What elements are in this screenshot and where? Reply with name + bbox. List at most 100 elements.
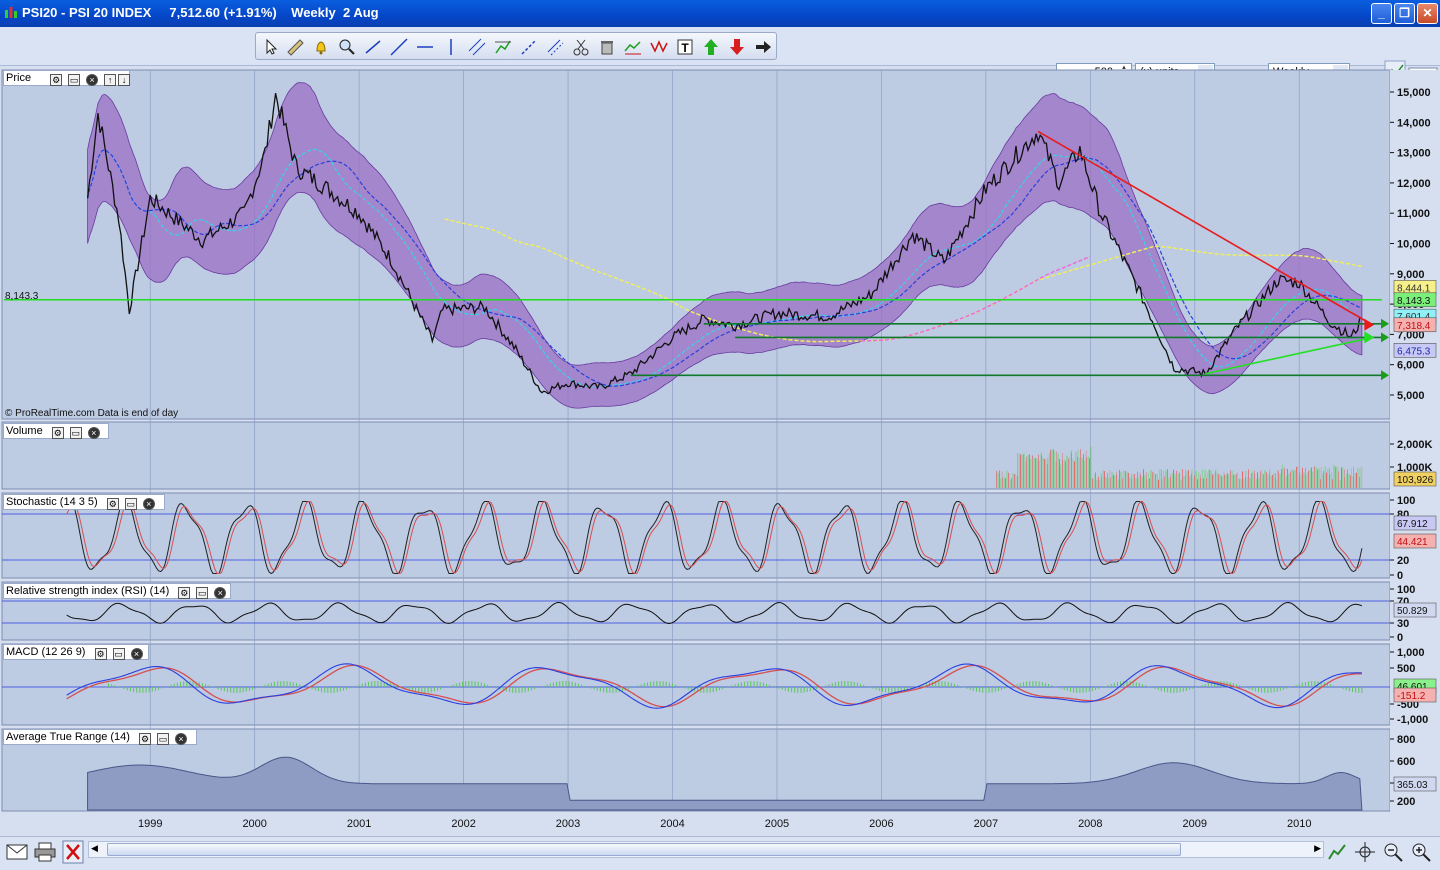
- print-icon[interactable]: [34, 842, 56, 862]
- atr-tick-label: 600: [1397, 756, 1415, 768]
- close-panel-icon[interactable]: ×: [87, 427, 100, 439]
- macd-tick-label: 500: [1397, 663, 1415, 675]
- wrench-icon[interactable]: ⚙: [139, 733, 151, 745]
- window-icon[interactable]: ▭: [124, 498, 137, 510]
- zoom-in-icon[interactable]: [1410, 841, 1432, 863]
- rsi-tick-label: 30: [1397, 618, 1409, 630]
- minimize-button[interactable]: _: [1371, 3, 1392, 24]
- red-trend-badge-text: 7,318.4: [1397, 321, 1431, 332]
- text-tool-icon[interactable]: T: [675, 37, 695, 57]
- segment-icon[interactable]: [389, 37, 409, 57]
- window-icon[interactable]: ▭: [69, 427, 82, 439]
- x-axis-year-label: 2005: [765, 818, 789, 830]
- window-icon[interactable]: ▭: [68, 74, 81, 86]
- zigzag-icon[interactable]: [649, 37, 669, 57]
- vertical-line-icon[interactable]: [441, 37, 461, 57]
- rsi-panel-label: Relative strength index (RSI) (14): [6, 585, 170, 597]
- line-icon[interactable]: [363, 37, 383, 57]
- horizontal-scrollbar[interactable]: ◀ ▶: [88, 841, 1324, 858]
- delete-drawings-icon[interactable]: [62, 840, 84, 864]
- x-axis-year-label: 2004: [660, 818, 684, 830]
- email-icon[interactable]: [6, 843, 28, 861]
- x-axis-year-label: 2000: [242, 818, 266, 830]
- scrollbar-thumb[interactable]: [107, 843, 1181, 856]
- price-tick-label: 5,000: [1397, 390, 1425, 402]
- toolbar: T 500 ▲▼ (x) units ▼ Weekly ▼: [0, 27, 1440, 101]
- stochastic-tick-label: 0: [1397, 570, 1403, 582]
- scroll-right-icon[interactable]: ▶: [1314, 843, 1321, 854]
- close-panel-icon[interactable]: ×: [175, 733, 187, 745]
- close-button[interactable]: ✕: [1417, 3, 1438, 24]
- close-panel-icon[interactable]: ×: [214, 587, 227, 599]
- wrench-icon[interactable]: ⚙: [94, 648, 107, 660]
- stochastic-tick-label: 100: [1397, 495, 1415, 507]
- price-tick-label: 6,000: [1397, 360, 1425, 372]
- atr-tick-label: 800: [1397, 734, 1415, 746]
- window-icon[interactable]: ▭: [112, 648, 125, 660]
- fibonacci-icon[interactable]: [493, 37, 513, 57]
- x-axis-year-label: 2003: [556, 818, 580, 830]
- volume-tick-label: 2,000K: [1397, 439, 1433, 451]
- window-title: PSI20 - PSI 20 INDEX 7,512.60 (+1.91%) W…: [22, 5, 379, 20]
- wrench-icon[interactable]: ⚙: [106, 498, 119, 510]
- price-tick-label: 14,000: [1397, 117, 1431, 129]
- buy-arrow-icon[interactable]: [701, 37, 721, 57]
- macd-tick-label: 1,000: [1397, 647, 1425, 659]
- close-panel-icon[interactable]: ×: [142, 498, 155, 510]
- move-down-icon[interactable]: ↓: [118, 74, 131, 86]
- atr-panel-header: Average True Range (14) ⚙ ▭ ×: [3, 729, 197, 745]
- atr-badge-text: 365.03: [1397, 780, 1428, 791]
- ruler-icon[interactable]: [285, 37, 305, 57]
- alert-bell-icon[interactable]: [311, 37, 331, 57]
- horizontal-line-icon[interactable]: [415, 37, 435, 57]
- chart-settings-icon[interactable]: [1326, 841, 1348, 863]
- window-icon[interactable]: ▭: [196, 587, 209, 599]
- macd-panel-bg: [1, 643, 1391, 726]
- macd-signal-badge-text: -151.2: [1397, 691, 1426, 702]
- price-tick-label: 11,000: [1397, 208, 1430, 220]
- pointer-icon[interactable]: [260, 37, 280, 57]
- chart-canvas[interactable]: 15,000 14,000 13,000 12,000 11,000 10,000 9,00…: [0, 67, 1440, 836]
- price-panel-header: Price ⚙ ▭ × ↑ ↓: [3, 70, 131, 86]
- arrow-icon[interactable]: [753, 37, 773, 57]
- scissors-icon[interactable]: [571, 37, 591, 57]
- scroll-left-icon[interactable]: ◀: [91, 843, 98, 854]
- trash-icon[interactable]: [597, 37, 617, 57]
- rsi-tick-label: 100: [1397, 584, 1415, 596]
- price-tick-label: 9,000: [1397, 269, 1425, 281]
- level-8143-label: 8,143.3: [5, 291, 39, 302]
- x-axis-years: 1999 2000 2001 2002 2003 2004 2005 2006 2007 2008…: [138, 818, 1311, 830]
- maximize-button[interactable]: ❐: [1394, 3, 1415, 24]
- channel-icon[interactable]: [467, 37, 487, 57]
- rsi-badge-text: 50.829: [1397, 606, 1428, 617]
- parallel-icon[interactable]: [545, 37, 565, 57]
- x-axis-year-label: 2002: [451, 818, 475, 830]
- chart-area[interactable]: 15,000 14,000 13,000 12,000 11,000 10,000 9,00…: [0, 67, 1440, 836]
- stochastic-panel-header: Stochastic (14 3 5) ⚙ ▭ ×: [3, 494, 165, 510]
- window-icon[interactable]: ▭: [157, 733, 169, 745]
- rsi-tick-label: 0: [1397, 632, 1403, 644]
- atr-tick-label: 200: [1397, 796, 1415, 808]
- sell-arrow-icon[interactable]: [727, 37, 747, 57]
- blue-ma-badge-text: 6,475.3: [1397, 346, 1431, 357]
- rsi-panel-header: Relative strength index (RSI) (14) ⚙ ▭ ×: [3, 583, 231, 599]
- stochastic-k-badge-text: 67.912: [1397, 519, 1428, 530]
- app-icon: [5, 7, 17, 18]
- zoom-magnifier-icon[interactable]: [337, 37, 357, 57]
- move-up-icon[interactable]: ↑: [104, 74, 117, 86]
- wrench-icon[interactable]: ⚙: [50, 74, 63, 86]
- x-axis-year-label: 2006: [869, 818, 893, 830]
- close-panel-icon[interactable]: ×: [86, 74, 99, 86]
- x-axis-year-label: 2010: [1287, 818, 1311, 830]
- volume-badge-text: 103,926: [1397, 475, 1434, 486]
- zoom-out-icon[interactable]: [1382, 841, 1404, 863]
- close-panel-icon[interactable]: ×: [130, 648, 143, 660]
- crosshair-zoom-icon[interactable]: [1354, 841, 1376, 863]
- trend-icon[interactable]: [519, 37, 539, 57]
- wrench-icon[interactable]: ⚙: [178, 587, 191, 599]
- wrench-icon[interactable]: ⚙: [51, 427, 64, 439]
- x-axis-year-label: 1999: [138, 818, 162, 830]
- volume-panel-label: Volume: [6, 425, 43, 437]
- price-tick-label: 12,000: [1397, 178, 1431, 190]
- buy-sell-icon[interactable]: [623, 37, 643, 57]
